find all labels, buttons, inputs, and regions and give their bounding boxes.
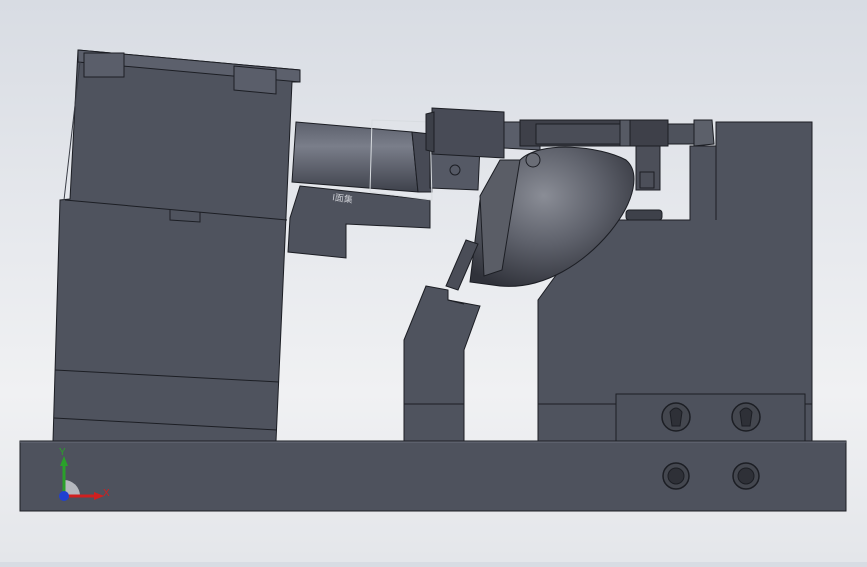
counterbore-hole-icon xyxy=(662,462,690,490)
cad-viewport[interactable]: I面集 Y X xyxy=(0,0,867,562)
left-clamp-block xyxy=(52,49,301,442)
angled-arm xyxy=(403,285,481,442)
x-axis-label: X xyxy=(103,488,110,499)
slot-hole-icon xyxy=(661,402,691,432)
base-plate xyxy=(19,440,847,512)
y-axis-label: Y xyxy=(59,447,66,458)
model-canvas[interactable]: I面集 Y X xyxy=(0,0,867,562)
counterbore-hole-icon xyxy=(732,462,760,490)
slot-hole-icon xyxy=(731,402,761,432)
